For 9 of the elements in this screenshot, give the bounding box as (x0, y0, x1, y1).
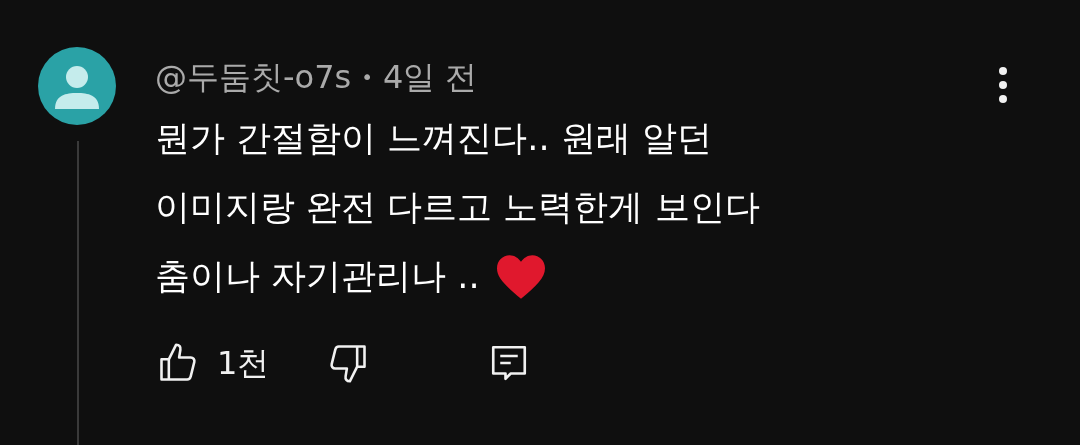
like-count: 1천 (217, 343, 270, 384)
avatar-icon (37, 47, 116, 125)
comment-text: 이미지랑 완전 다르고 노력한게 보인다 (155, 186, 760, 230)
separator-dot: • (361, 64, 373, 91)
comment-author[interactable]: @두둠칫-o7s (155, 54, 352, 100)
more-options-icon[interactable] (998, 66, 1008, 104)
comment-text: 춤이나 자기관리나 .. (155, 255, 480, 299)
comment-text: 뭔가 간절함이 느껴진다.. 원래 알던 (155, 117, 712, 161)
comment-time: 4일 전 (382, 57, 478, 98)
